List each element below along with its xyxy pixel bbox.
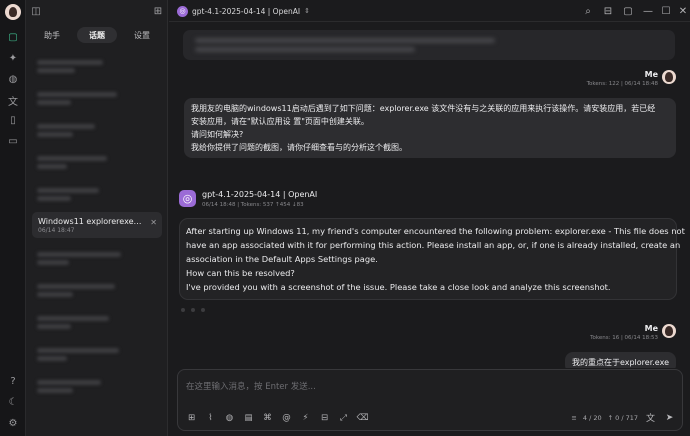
sender-name: Me [644, 324, 658, 333]
openai-logo-icon: ◎ [177, 5, 188, 17]
settings-gear-icon[interactable]: ⚙ [6, 416, 20, 430]
topic-item[interactable] [32, 244, 162, 270]
topic-item[interactable] [32, 148, 162, 174]
new-topic-icon[interactable]: ⊞ [152, 5, 164, 17]
chat-header: ◎ gpt-4.1-2025-04-14 | OpenAI ⇕ ⌕ ⊟ ▢ — … [169, 0, 690, 22]
chat-icon[interactable]: ▢ [6, 30, 20, 44]
knowledge-base-icon[interactable]: ▤ [243, 412, 254, 423]
composer-toolbar: ⊞ ⌇ ◍ ▤ ⌘ @ ⚡ ⊟ ⤢ ⌫ [186, 412, 369, 423]
sparkle-icon[interactable]: ✦ [6, 51, 20, 65]
message-meta: 06/14 18:48 | Tokens: 537 ↑454 ↓83 [202, 202, 304, 208]
message-actions [181, 308, 205, 312]
tab-topics[interactable]: 话题 [77, 27, 117, 43]
send-button[interactable]: ➤ [663, 411, 676, 424]
sender-name: Me [644, 70, 658, 79]
topic-item-active[interactable]: Windows11 explorerexe关联错... 06/14 18:47 … [32, 212, 162, 238]
avatar [662, 324, 676, 338]
layout-icon[interactable]: ⊟ [602, 5, 614, 17]
topic-title: Windows11 explorerexe关联错... [38, 217, 142, 226]
model-name: gpt-4.1-2025-04-14 | OpenAI [192, 6, 301, 16]
topic-item[interactable] [32, 52, 162, 78]
message-line: have an app associated with it for perfo… [186, 240, 681, 250]
topic-item[interactable] [32, 84, 162, 110]
icon-rail: ▢ ✦ ◍ 文 ▯ ▭ ? ☾ ⚙ [0, 0, 26, 436]
user-avatar[interactable] [5, 4, 21, 20]
message-line: 安装应用，请在"默认应用设 置"页面中创建关联。 [191, 117, 369, 126]
action-dot-icon[interactable] [181, 308, 185, 312]
search-icon[interactable]: ⌕ [582, 5, 594, 17]
message-composer[interactable]: 在这里输入消息，按 Enter 发送... ⊞ ⌇ ◍ ▤ ⌘ @ ⚡ ⊟ ⤢ … [177, 369, 683, 431]
tab-settings[interactable]: 设置 [122, 27, 162, 43]
message-line: association in the Default Apps Settings… [186, 254, 378, 264]
sidebar-toggle-icon[interactable]: ◫ [30, 5, 42, 17]
token-count: ↑ 0 / 717 [607, 413, 638, 422]
message-line: 我的重点在于explorer.exe [571, 358, 669, 367]
translate-icon[interactable]: 文 [6, 93, 20, 108]
help-icon[interactable]: ? [6, 374, 20, 388]
clear-context-icon[interactable]: ⊟ [319, 412, 330, 423]
quick-phrases-icon[interactable]: ⚡ [300, 412, 311, 423]
action-dot-icon[interactable] [201, 308, 205, 312]
action-dot-icon[interactable] [191, 308, 195, 312]
maximize-icon[interactable]: ☐ [660, 5, 672, 17]
sidebar-toolbar: ◫ ⊞ [26, 0, 167, 22]
openai-logo-icon: ◎ [179, 190, 196, 207]
composer-status: ≡ 4 / 20 ↑ 0 / 717 文 ➤ [571, 411, 676, 425]
web-search-icon[interactable]: ◍ [224, 412, 235, 423]
message-line: How can this be resolved? [186, 268, 295, 278]
sidebar-tabs: 助手 话题 设置 [32, 27, 162, 43]
message-header-user: Me Tokens: 16 | 06/14 18:53 [590, 324, 676, 341]
topic-item[interactable] [32, 340, 162, 366]
message-area: Me Tokens: 122 | 06/14 18:48 我朋友的电脑的wind… [169, 22, 690, 368]
chevron-updown-icon: ⇕ [304, 7, 310, 15]
message-line: 请问如何解决? [191, 130, 244, 139]
topic-item[interactable] [32, 180, 162, 206]
message-meta: Tokens: 122 | 06/14 18:48 [586, 81, 658, 87]
mention-icon[interactable]: @ [281, 412, 292, 423]
message-header-assistant: ◎ gpt-4.1-2025-04-14 | OpenAI 06/14 18:4… [179, 190, 317, 208]
window-close-icon[interactable]: ✕ [677, 5, 689, 17]
eraser-icon[interactable]: ⌫ [356, 412, 368, 423]
message-line: 我朋友的电脑的windows11启动后遇到了如下问题：explorer.exe … [191, 104, 656, 113]
chat-bubble-icon[interactable]: ▢ [622, 5, 634, 17]
new-topic-icon[interactable]: ⊞ [186, 412, 197, 423]
message-meta: Tokens: 16 | 06/14 18:53 [590, 335, 658, 341]
tab-assistants[interactable]: 助手 [32, 27, 72, 43]
close-icon[interactable]: ✕ [150, 218, 157, 227]
translate-icon[interactable]: 文 [644, 411, 657, 424]
user-message-bubble[interactable]: 我朋友的电脑的windows11启动后遇到了如下问题：explorer.exe … [184, 98, 676, 158]
expand-icon[interactable]: ⤢ [338, 412, 349, 423]
avatar [662, 70, 676, 84]
topic-list: Windows11 explorerexe关联错... 06/14 18:47 … [32, 52, 162, 404]
mobile-icon[interactable]: ▯ [6, 113, 20, 127]
message-line: After starting up Windows 11, my friend'… [186, 226, 685, 236]
message-line: 我给你提供了问题的截图，请你仔细查看与的分析这个截图。 [191, 143, 407, 152]
message-line: I've provided you with a screenshot of t… [186, 282, 611, 292]
user-message-bubble[interactable]: 我的重点在于explorer.exe [564, 352, 676, 368]
minimize-icon[interactable]: — [642, 5, 654, 17]
mcp-tools-icon[interactable]: ⌘ [262, 412, 273, 423]
model-selector[interactable]: ◎ gpt-4.1-2025-04-14 | OpenAI ⇕ [177, 4, 310, 18]
message-header-user: Me Tokens: 122 | 06/14 18:48 [587, 70, 676, 87]
topic-item[interactable] [32, 308, 162, 334]
topic-item[interactable] [32, 276, 162, 302]
sidebar: ◫ ⊞ 助手 话题 设置 Windows11 explorerexe关联错...… [26, 0, 168, 436]
context-icon: ≡ [571, 413, 577, 422]
topic-item[interactable] [32, 372, 162, 398]
palette-icon[interactable]: ◍ [6, 72, 20, 86]
moon-icon[interactable]: ☾ [6, 395, 20, 409]
folder-icon[interactable]: ▭ [6, 134, 20, 148]
attachment-icon[interactable]: ⌇ [205, 412, 216, 423]
assistant-name: gpt-4.1-2025-04-14 | OpenAI [202, 190, 318, 199]
blurred-previous-message [183, 30, 675, 60]
topic-item[interactable] [32, 116, 162, 142]
assistant-message-bubble[interactable]: After starting up Windows 11, my friend'… [179, 218, 685, 300]
context-count: 4 / 20 [582, 413, 602, 422]
message-input[interactable]: 在这里输入消息，按 Enter 发送... [186, 380, 316, 392]
topic-date: 06/14 18:47 [38, 227, 75, 234]
